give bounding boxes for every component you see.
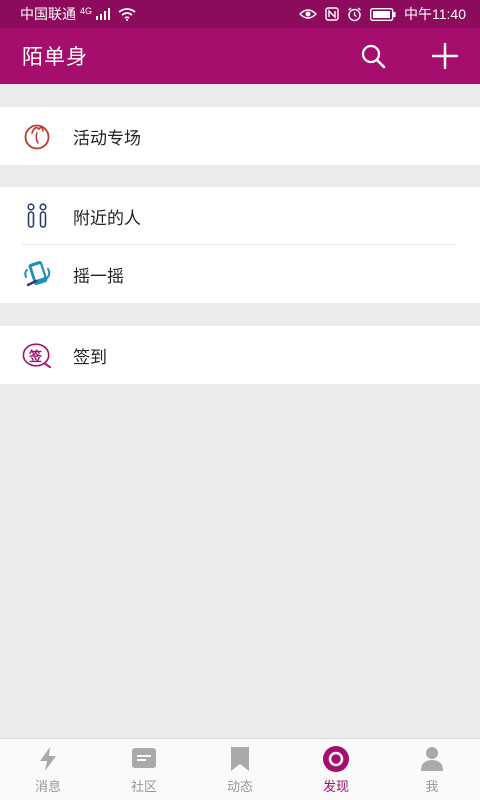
tab-bar: 消息 社区 动态 发现 我 — [0, 738, 480, 800]
page-title: 陌单身 — [22, 46, 88, 69]
menu-item-label: 活动专场 — [73, 128, 141, 148]
menu-group-social: 附近的人 摇一摇 — [0, 187, 480, 303]
status-right: 中午11:40 — [299, 4, 466, 24]
signal-icon — [96, 8, 111, 20]
app-bar: 陌单身 — [0, 28, 480, 84]
search-icon — [361, 44, 386, 69]
tab-label: 社区 — [130, 778, 157, 794]
menu-group-checkin: 签 签到 — [0, 326, 480, 384]
menu-item-checkin[interactable]: 签 签到 — [0, 326, 480, 384]
checkin-icon: 签 — [22, 340, 52, 370]
status-bar: 中国联通 4G 中午11:40 — [0, 0, 480, 28]
menu-item-label: 摇一摇 — [73, 266, 124, 286]
wifi-icon — [118, 7, 136, 21]
menu-item-shake[interactable]: 摇一摇 — [0, 245, 480, 303]
tab-label: 动态 — [226, 778, 253, 794]
activity-icon — [22, 121, 52, 151]
lightning-icon — [34, 745, 62, 773]
shake-icon — [22, 259, 52, 289]
menu-group-activity: 活动专场 — [0, 107, 480, 165]
community-icon — [130, 745, 158, 773]
tab-me[interactable]: 我 — [384, 739, 480, 800]
alarm-icon — [347, 6, 362, 22]
search-button[interactable] — [358, 41, 388, 71]
menu-item-nearby-people[interactable]: 附近的人 — [0, 187, 480, 245]
tab-discover[interactable]: 发现 — [288, 739, 384, 800]
add-button[interactable] — [430, 41, 460, 71]
tab-label: 消息 — [34, 778, 61, 794]
tab-messages[interactable]: 消息 — [0, 739, 96, 800]
header-actions — [358, 41, 460, 71]
checkin-icon-text: 签 — [29, 349, 43, 364]
battery-icon — [370, 7, 396, 21]
person-icon — [418, 745, 446, 773]
plus-icon — [432, 43, 458, 69]
network-label: 4G — [80, 6, 93, 16]
menu-item-activity[interactable]: 活动专场 — [0, 107, 480, 165]
tab-feed[interactable]: 动态 — [192, 739, 288, 800]
nearby-people-icon — [22, 201, 52, 231]
status-left: 中国联通 4G — [20, 4, 136, 24]
menu-item-label: 附近的人 — [73, 208, 141, 228]
clock-label: 中午11:40 — [404, 6, 466, 22]
bookmark-icon — [226, 745, 254, 773]
nfc-icon — [325, 7, 339, 21]
tab-label: 我 — [425, 778, 439, 794]
tab-community[interactable]: 社区 — [96, 739, 192, 800]
carrier-label: 中国联通 — [20, 6, 76, 22]
eye-icon — [299, 8, 317, 20]
discover-icon — [322, 745, 350, 773]
menu-item-label: 签到 — [73, 347, 107, 367]
tab-label: 发现 — [322, 778, 349, 794]
